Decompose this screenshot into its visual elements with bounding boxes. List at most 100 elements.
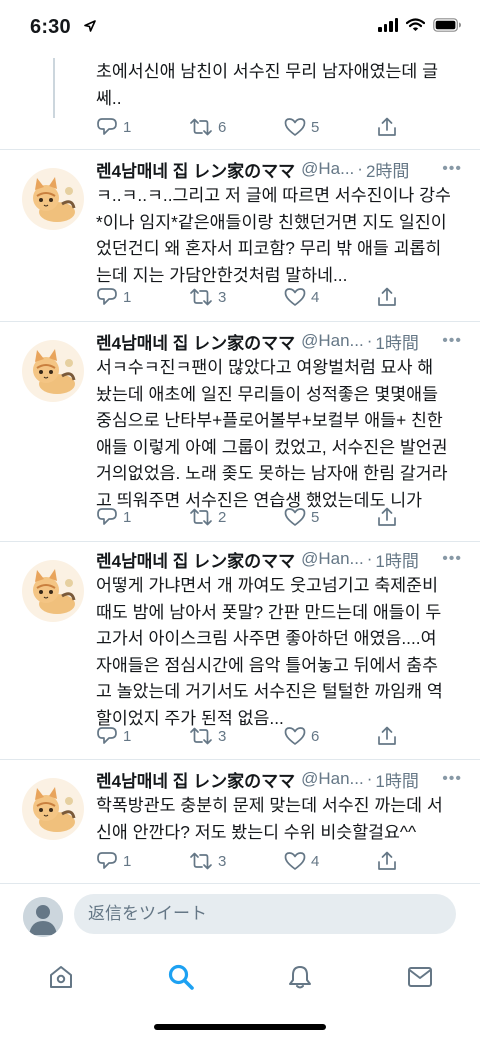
tweet-actions: 1 2 5 bbox=[0, 505, 480, 529]
share-button[interactable] bbox=[377, 507, 397, 527]
retweet-count: 3 bbox=[218, 727, 227, 745]
user-handle[interactable]: @Han... bbox=[301, 331, 364, 351]
tweet-actions: 1 6 5 bbox=[0, 115, 480, 139]
battery-icon bbox=[433, 18, 461, 32]
tweet[interactable]: 렌4남매네 집 レン家のママ @Ha... · 2時間 ••• ㅋ..ㅋ..ㅋ.… bbox=[0, 150, 480, 322]
retweet-count: 3 bbox=[218, 288, 227, 306]
reply-icon bbox=[97, 288, 117, 305]
like-count: 6 bbox=[311, 727, 320, 745]
more-options-icon[interactable]: ••• bbox=[442, 550, 462, 568]
heart-icon bbox=[284, 727, 306, 745]
like-count: 4 bbox=[311, 288, 320, 306]
retweet-button[interactable]: 3 bbox=[189, 287, 226, 307]
retweet-icon bbox=[190, 288, 212, 306]
like-button[interactable]: 5 bbox=[284, 117, 319, 137]
user-handle[interactable]: @Han... bbox=[301, 549, 364, 569]
status-time: 6:30 bbox=[30, 16, 71, 38]
separator-dot: · bbox=[366, 331, 373, 350]
share-icon bbox=[378, 851, 396, 870]
reply-button[interactable]: 1 bbox=[96, 507, 131, 527]
share-button[interactable] bbox=[377, 117, 397, 137]
avatar[interactable] bbox=[22, 340, 84, 402]
share-button[interactable] bbox=[377, 726, 397, 746]
my-avatar[interactable] bbox=[23, 897, 63, 937]
tweet-text: 초에서신애 남친이 서수진 무리 남자애였는데 글 쎄.. bbox=[96, 61, 438, 108]
like-button[interactable]: 4 bbox=[284, 851, 319, 871]
reply-input[interactable] bbox=[74, 894, 456, 934]
retweet-button[interactable]: 3 bbox=[189, 726, 226, 746]
separator-dot: · bbox=[366, 769, 373, 788]
reply-button[interactable]: 1 bbox=[96, 117, 131, 137]
retweet-count: 3 bbox=[218, 852, 227, 870]
display-name[interactable]: 렌4남매네 집 レン家のママ bbox=[96, 329, 295, 354]
user-handle[interactable]: @Han... bbox=[301, 769, 364, 789]
more-options-icon[interactable]: ••• bbox=[442, 332, 462, 350]
reply-icon bbox=[97, 852, 117, 869]
like-button[interactable]: 4 bbox=[284, 287, 319, 307]
tweet-text: 학폭방관도 충분히 문제 맞는데 서수진 까는데 서 신애 안깐다? 저도 봤는… bbox=[96, 795, 443, 842]
heart-icon bbox=[284, 288, 306, 306]
reply-button[interactable]: 1 bbox=[96, 726, 131, 746]
reply-icon bbox=[97, 118, 117, 135]
cat-avatar-icon bbox=[33, 569, 76, 614]
reply-button[interactable]: 1 bbox=[96, 851, 131, 871]
reply-icon bbox=[97, 508, 117, 525]
home-icon bbox=[50, 966, 72, 988]
share-icon bbox=[378, 726, 396, 745]
heart-icon bbox=[284, 118, 306, 136]
tweet-text: 서ㅋ수ㅋ진ㅋ팬이 많았다고 여왕벌처럼 묘사 해 놨는데 애초에 일진 무리들이… bbox=[96, 357, 448, 510]
share-button[interactable] bbox=[377, 287, 397, 307]
cellular-signal-icon bbox=[378, 18, 398, 32]
tweet[interactable]: 렌4남매네 집 レン家のママ @Han... · 1時間 ••• 학폭방관도 충… bbox=[0, 760, 480, 883]
more-options-icon[interactable]: ••• bbox=[442, 770, 462, 788]
tab-home[interactable] bbox=[41, 957, 81, 997]
retweet-button[interactable]: 3 bbox=[189, 851, 226, 871]
tab-notifications[interactable] bbox=[280, 957, 320, 997]
cat-avatar-icon bbox=[33, 349, 76, 394]
display-name[interactable]: 렌4남매네 집 レン家のママ bbox=[96, 547, 295, 572]
tweet[interactable]: 초에서신애 남친이 서수진 무리 남자애였는데 글 쎄.. 1 6 5 bbox=[0, 58, 480, 150]
share-button[interactable] bbox=[377, 851, 397, 871]
display-name[interactable]: 렌4남매네 집 レン家のママ bbox=[96, 767, 295, 792]
retweet-button[interactable]: 2 bbox=[189, 507, 226, 527]
location-arrow-icon bbox=[84, 20, 96, 32]
wifi-icon bbox=[406, 18, 425, 31]
cat-avatar-icon bbox=[33, 177, 76, 222]
tweet-header: 렌4남매네 집 レン家のママ @Han... · 1時間 bbox=[96, 546, 462, 572]
tweet-time: 1時間 bbox=[375, 333, 419, 353]
tweet-time: 2時間 bbox=[365, 161, 410, 181]
reply-count: 1 bbox=[123, 508, 132, 526]
retweet-count: 2 bbox=[218, 508, 227, 526]
status-bar: 6:30 bbox=[0, 0, 480, 58]
heart-icon bbox=[284, 508, 306, 526]
retweet-button[interactable]: 6 bbox=[189, 117, 226, 137]
like-count: 4 bbox=[311, 852, 320, 870]
reply-count: 1 bbox=[123, 288, 132, 306]
retweet-count: 6 bbox=[218, 118, 227, 136]
reply-icon bbox=[97, 727, 117, 744]
tweet[interactable]: 렌4남매네 집 レン家のママ @Han... · 1時間 ••• 어떻게 가냐면… bbox=[0, 542, 480, 760]
reply-button[interactable]: 1 bbox=[96, 287, 131, 307]
tweet-time: 1時間 bbox=[375, 771, 419, 791]
retweet-icon bbox=[190, 727, 212, 745]
avatar[interactable] bbox=[22, 778, 84, 840]
separator-dot: · bbox=[366, 549, 373, 568]
user-handle[interactable]: @Ha... bbox=[301, 159, 354, 179]
reply-composer bbox=[0, 883, 480, 947]
home-indicator[interactable] bbox=[154, 1024, 326, 1030]
heart-icon bbox=[284, 852, 306, 870]
bell-icon bbox=[289, 966, 311, 989]
display-name[interactable]: 렌4남매네 집 レン家のママ bbox=[96, 157, 295, 182]
tab-messages[interactable] bbox=[400, 957, 440, 997]
tweet[interactable]: 렌4남매네 집 レン家のママ @Han... · 1時間 ••• 서ㅋ수ㅋ진ㅋ팬… bbox=[0, 322, 480, 542]
separator-dot: · bbox=[357, 159, 363, 178]
avatar[interactable] bbox=[22, 560, 84, 622]
avatar[interactable] bbox=[22, 168, 84, 230]
like-button[interactable]: 5 bbox=[284, 507, 319, 527]
more-options-icon[interactable]: ••• bbox=[442, 160, 462, 178]
tweet-actions: 1 3 4 bbox=[0, 849, 480, 873]
reply-count: 1 bbox=[123, 727, 132, 745]
reply-count: 1 bbox=[123, 118, 132, 136]
tab-search[interactable] bbox=[161, 957, 201, 997]
like-button[interactable]: 6 bbox=[284, 726, 319, 746]
